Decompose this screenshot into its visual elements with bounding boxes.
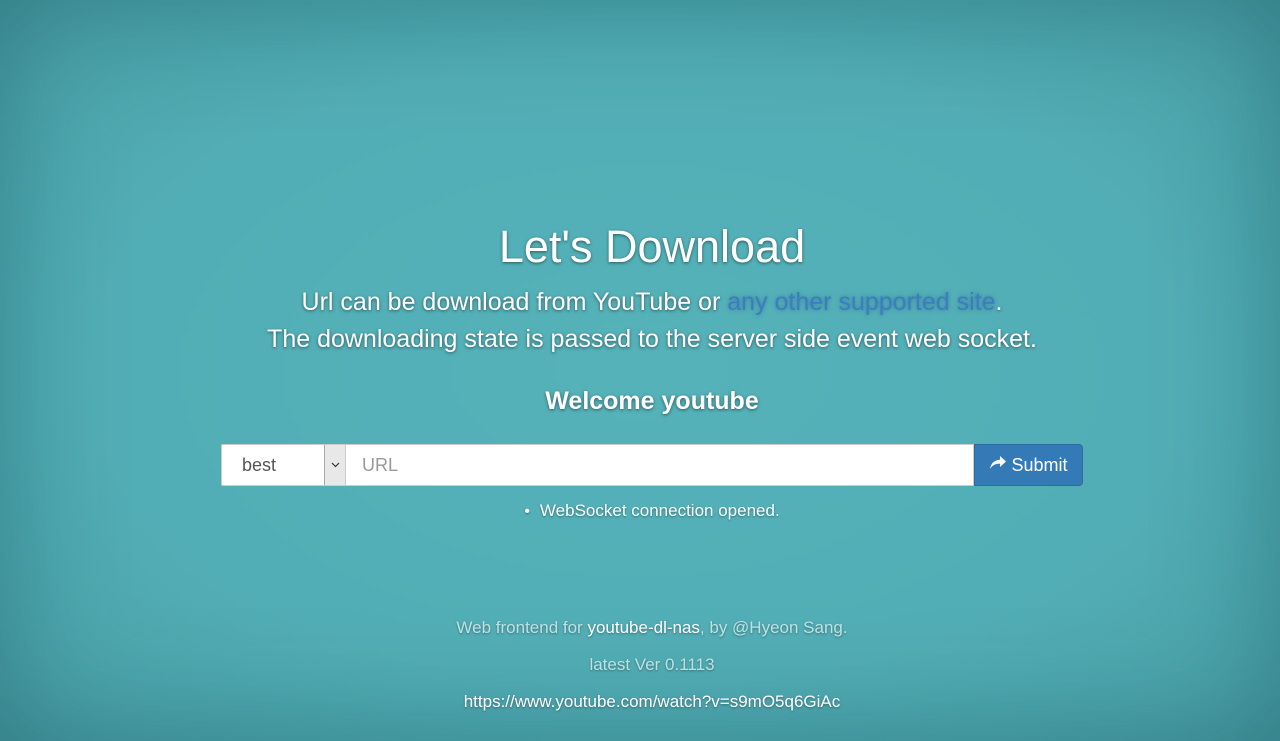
share-arrow-icon bbox=[989, 455, 1007, 476]
chevron-down-icon[interactable] bbox=[324, 445, 345, 485]
format-select[interactable]: best bbox=[221, 444, 346, 486]
status-item: WebSocket connection opened. bbox=[0, 498, 1280, 525]
welcome-message: Welcome youtube bbox=[545, 387, 759, 415]
footer: Web frontend for youtube-dl-nas, by @Hye… bbox=[0, 614, 1280, 725]
format-select-value: best bbox=[242, 455, 277, 475]
footer-prefix: Web frontend for bbox=[456, 618, 588, 637]
footer-suffix: , by @Hyeon Sang. bbox=[699, 618, 848, 637]
project-link[interactable]: youtube-dl-nas bbox=[587, 618, 699, 637]
lead-line2: The downloading state is passed to the s… bbox=[267, 325, 1037, 353]
footer-version: latest Ver 0.1113 bbox=[0, 651, 1280, 688]
footer-credit: Web frontend for youtube-dl-nas, by @Hye… bbox=[0, 614, 1280, 651]
status-list: WebSocket connection opened. bbox=[0, 498, 1280, 525]
lead-text: Url can be download from YouTube or any … bbox=[0, 284, 1280, 358]
lead-line1-prefix: Url can be download from YouTube or bbox=[301, 288, 728, 316]
url-input[interactable] bbox=[346, 444, 974, 486]
lead-line1-suffix: . bbox=[995, 288, 1003, 316]
submit-button-label: Submit bbox=[1011, 454, 1068, 475]
supported-sites-link[interactable]: any other supported site bbox=[727, 288, 995, 316]
version-text: latest Ver 0.1113 bbox=[589, 655, 715, 674]
example-url-link[interactable]: https://www.youtube.com/watch?v=s9mO5q6G… bbox=[464, 692, 841, 711]
submit-button[interactable]: Submit bbox=[974, 444, 1083, 486]
footer-example: https://www.youtube.com/watch?v=s9mO5q6G… bbox=[0, 688, 1280, 725]
download-form: best Submit bbox=[221, 444, 1083, 486]
page-title: Let's Download bbox=[498, 221, 806, 272]
page-container: Let's Download Url can be download from … bbox=[0, 0, 1280, 741]
